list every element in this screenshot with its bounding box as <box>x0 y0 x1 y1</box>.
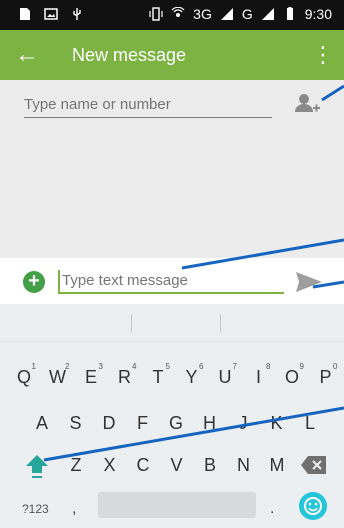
network-type: 3G <box>193 6 212 22</box>
key-label: S <box>69 413 82 433</box>
key-label: G <box>168 413 183 433</box>
key-label: M <box>269 455 285 475</box>
key-g[interactable]: G <box>160 406 192 440</box>
key-label: Z <box>70 455 82 475</box>
key-s[interactable]: S <box>60 406 92 440</box>
vibrate-icon <box>149 7 163 21</box>
key-hint: 6 <box>199 362 204 371</box>
key-hint: 5 <box>165 362 170 371</box>
keyboard: ?123 , . Q1W2E3R4T5Y6U7I8O9P0ASDFGHJKLZX… <box>0 304 344 528</box>
suggestion-divider <box>220 314 221 332</box>
space-bar[interactable] <box>98 492 256 518</box>
hotspot-icon <box>171 7 185 17</box>
attach-plus-icon[interactable]: + <box>23 271 45 293</box>
key-hint: 2 <box>65 362 70 371</box>
text-cursor <box>58 270 60 292</box>
backspace-icon[interactable] <box>300 454 328 476</box>
message-input[interactable] <box>58 268 284 294</box>
key-v[interactable]: V <box>161 448 193 482</box>
key-hint: 4 <box>132 362 137 371</box>
key-label: R <box>118 367 131 387</box>
emoji-icon[interactable] <box>299 492 327 520</box>
key-a[interactable]: A <box>26 406 58 440</box>
key-i[interactable]: I8 <box>243 360 275 394</box>
key-label: N <box>237 455 250 475</box>
compose-bar: + <box>0 258 344 304</box>
key-hint: 7 <box>232 362 237 371</box>
key-w[interactable]: W2 <box>42 360 74 394</box>
key-label: X <box>103 455 116 475</box>
key-k[interactable]: K <box>261 406 293 440</box>
suggestion-divider <box>131 314 132 332</box>
key-label: U <box>218 367 232 387</box>
key-r[interactable]: R4 <box>109 360 141 394</box>
add-contact-icon[interactable] <box>293 90 321 118</box>
period-key[interactable]: . <box>270 500 274 518</box>
key-e[interactable]: E3 <box>75 360 107 394</box>
key-label: C <box>136 455 150 475</box>
key-label: V <box>170 455 183 475</box>
recipient-area <box>0 80 344 258</box>
shift-icon[interactable] <box>24 452 50 480</box>
symbols-key[interactable]: ?123 <box>22 502 49 516</box>
back-arrow-icon[interactable]: ← <box>12 40 42 70</box>
key-t[interactable]: T5 <box>142 360 174 394</box>
key-label: K <box>270 413 283 433</box>
status-bar: 3G G 9:30 <box>0 0 344 30</box>
key-y[interactable]: Y6 <box>176 360 208 394</box>
key-label: A <box>35 413 48 433</box>
key-hint: 1 <box>31 362 36 371</box>
key-x[interactable]: X <box>94 448 126 482</box>
key-q[interactable]: Q1 <box>8 360 40 394</box>
key-hint: 9 <box>299 362 304 371</box>
key-z[interactable]: Z <box>60 448 92 482</box>
key-label: Y <box>185 367 198 387</box>
key-label: J <box>238 413 248 433</box>
signal-icon <box>220 8 233 20</box>
key-label: E <box>84 367 97 387</box>
key-label: T <box>152 367 164 387</box>
key-m[interactable]: M <box>261 448 293 482</box>
battery-icon <box>286 7 293 20</box>
page-title: New message <box>72 45 187 65</box>
key-hint: 3 <box>98 362 103 371</box>
key-p[interactable]: P0 <box>310 360 342 394</box>
key-d[interactable]: D <box>93 406 125 440</box>
key-label: W <box>49 367 66 387</box>
recipient-input[interactable] <box>24 92 272 118</box>
key-h[interactable]: H <box>194 406 226 440</box>
network-type-2: G <box>241 6 253 22</box>
key-label: O <box>284 367 299 387</box>
key-label: P <box>319 367 332 387</box>
key-n[interactable]: N <box>228 448 260 482</box>
sim-card-icon <box>20 8 30 20</box>
key-label: H <box>203 413 216 433</box>
key-c[interactable]: C <box>127 448 159 482</box>
key-label: I <box>255 367 261 387</box>
signal-icon-2 <box>261 8 274 20</box>
key-f[interactable]: F <box>127 406 159 440</box>
overflow-menu-icon[interactable]: ⋮ <box>312 40 334 70</box>
app-bar: ← New message ⋮ <box>0 30 344 80</box>
key-label: B <box>203 455 216 475</box>
usb-icon <box>73 8 81 20</box>
key-label: L <box>304 413 315 433</box>
clock: 9:30 <box>304 6 332 22</box>
key-label: F <box>137 413 148 433</box>
key-hint: 8 <box>266 362 271 371</box>
key-j[interactable]: J <box>227 406 259 440</box>
key-l[interactable]: L <box>294 406 326 440</box>
send-icon[interactable] <box>295 271 323 293</box>
key-o[interactable]: O9 <box>276 360 308 394</box>
key-hint: 0 <box>333 362 338 371</box>
key-label: D <box>102 413 116 433</box>
key-u[interactable]: U7 <box>209 360 241 394</box>
key-b[interactable]: B <box>194 448 226 482</box>
comma-key[interactable]: , <box>72 500 76 518</box>
image-icon <box>44 8 58 20</box>
suggestion-strip <box>0 304 344 342</box>
key-label: Q <box>16 367 31 387</box>
